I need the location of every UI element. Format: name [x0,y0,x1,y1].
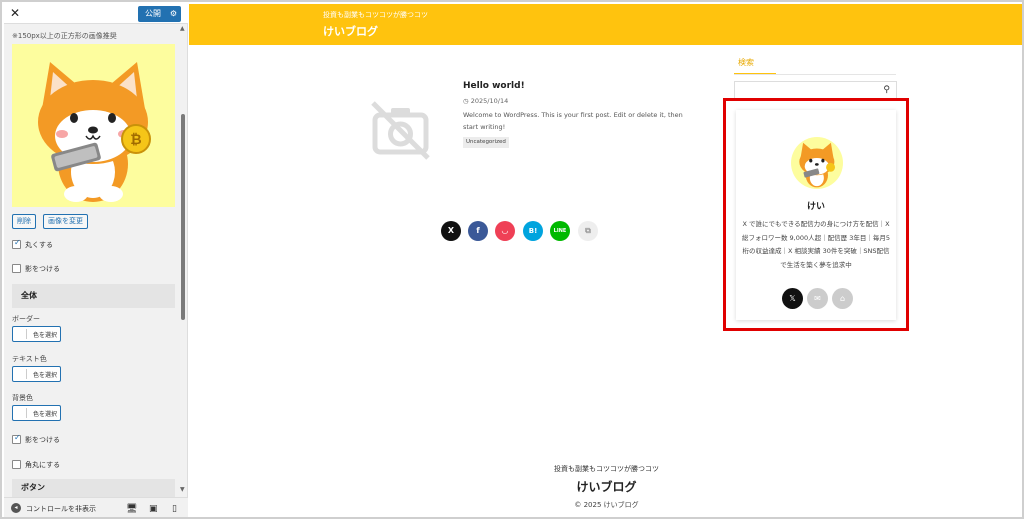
round-checkbox[interactable] [12,238,21,249]
search-tab[interactable]: 検索 [734,57,776,75]
scrollbar[interactable]: ▲ ▼ [180,25,186,494]
shadow2-label: 影をつける [25,436,60,444]
post-date: ◷ 2025/10/14 [463,97,508,105]
avatar-preview-image: ₿ [12,44,175,207]
share-x-icon[interactable]: X [441,221,461,241]
scroll-down-icon[interactable]: ▼ [180,486,185,493]
mobile-icon[interactable]: ▯ [172,504,177,514]
bg-color-button[interactable]: 色を選択 [12,405,61,421]
round-label: 丸くする [25,241,53,249]
color-swatch [15,369,27,379]
select-color-label: 色を選択 [33,411,58,418]
share-line-icon[interactable]: LINE [550,221,570,241]
copy-link-icon[interactable]: ⧉ [578,221,598,241]
tablet-icon[interactable]: ▣ [149,504,158,514]
search-divider [734,74,896,75]
site-title[interactable]: けいブログ [323,23,378,39]
footer-copyright: © 2025 けいブログ [574,501,639,509]
color-swatch [15,329,27,339]
clock-icon: ◷ [463,97,471,105]
share-pocket-icon[interactable]: ◡ [495,221,515,241]
image-note: ※150px以上の正方形の画像推奨 [12,32,117,40]
collapse-icon[interactable]: ◂ [11,503,21,513]
delete-image-button[interactable]: 削除 [12,214,36,229]
change-image-button[interactable]: 画像を変更 [43,214,88,229]
select-color-label: 色を選択 [33,372,58,379]
scroll-up-icon[interactable]: ▲ [180,25,185,32]
hide-controls-button[interactable]: コントロールを非表示 [26,504,96,514]
color-swatch [15,408,27,418]
border-label: ボーダー [12,315,40,323]
search-icon[interactable]: ⚲ [883,85,890,95]
customizer-footer: ◂ コントロールを非表示 🖥 ▣ ▯ [4,497,188,517]
svg-text:₿: ₿ [130,132,141,148]
share-facebook-icon[interactable]: f [468,221,488,241]
category-badge[interactable]: Uncategorized [463,137,509,148]
site-tagline: 投資も副業もコツコツが勝つコツ [323,11,428,19]
site-preview: 投資も副業もコツコツが勝つコツ けいブログ Hello world! ◷ 202… [189,4,1022,517]
select-color-label: 色を選択 [33,332,58,339]
bg-color-label: 背景色 [12,394,33,402]
shadow-label: 影をつける [25,265,60,273]
desktop-icon[interactable]: 🖥 [126,504,137,514]
publish-button[interactable]: 公開 ⚙ [138,6,181,22]
share-hatena-icon[interactable]: B! [523,221,543,241]
post-excerpt: Welcome to WordPress. This is your first… [463,111,683,131]
customizer-header: ✕ 公開 ⚙ [4,4,188,24]
customizer-panel: ✕ 公開 ⚙ ▲ ▼ ※150px以上の正方形の画像推奨 ₿ 削除 画像を変更 … [4,4,188,517]
rounded-corner-checkbox[interactable] [12,460,21,469]
shadow-checkbox[interactable] [12,264,21,273]
footer-title[interactable]: けいブログ [189,478,1022,495]
site-header: 投資も副業もコツコツが勝つコツ けいブログ [189,4,1022,45]
close-button[interactable]: ✕ [10,6,20,20]
shadow2-checkbox[interactable] [12,433,21,444]
border-color-button[interactable]: 色を選択 [12,326,61,342]
post-title[interactable]: Hello world! [463,81,525,91]
text-color-label: テキスト色 [12,355,47,363]
text-color-button[interactable]: 色を選択 [12,366,61,382]
post-date-text: 2025/10/14 [470,97,509,105]
section-overall[interactable]: 全体 [12,284,175,308]
window-frame: ✕ 公開 ⚙ ▲ ▼ ※150px以上の正方形の画像推奨 ₿ 削除 画像を変更 … [0,0,1024,519]
publish-label: 公開 [145,9,161,18]
gear-icon[interactable]: ⚙ [170,6,177,22]
highlight-outline [723,98,909,331]
footer-tagline: 投資も副業もコツコツが勝つコツ [554,465,659,473]
section-button[interactable]: ボタン [12,479,175,497]
no-image-icon[interactable] [369,99,432,162]
rounded-corner-label: 角丸にする [25,461,61,469]
scrollbar-thumb[interactable] [181,114,185,320]
